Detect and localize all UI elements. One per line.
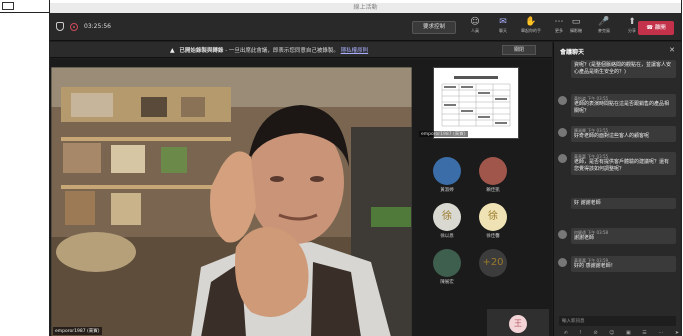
toolbar-button-raise-hand[interactable]: ✋ 舉起你的手 <box>520 17 542 34</box>
sender-avatar <box>558 96 567 105</box>
message-bubble: 陳淑卿 下午 03:55 好奇老師的面對這些客人的顧客呢 <box>571 126 676 142</box>
toolbar-button-mic[interactable]: 🎤 麥克風 <box>593 17 615 34</box>
chat-message: 陳淑卿 下午 03:55 好奇老師的面對這些客人的顧客呢 <box>558 126 676 142</box>
participant-name: 徐佳馨 <box>486 234 500 239</box>
chat-input[interactable]: 輸入新訊息 <box>559 316 676 326</box>
leave-label: 離開 <box>654 25 666 31</box>
frame-divider <box>0 12 50 13</box>
message-bubble: 資呢？(是整個脈絡間的觀點在，並讓客人安心產品是衛生安全的？) <box>571 60 676 78</box>
request-control-button[interactable]: 要求控制 <box>412 21 456 34</box>
chat-format-toolbar[interactable]: ✍ ! ⊘ ☺ ▣ ☰ ⋯ ➤ <box>564 330 681 336</box>
toolbar-button-people[interactable]: ☺ 人員 <box>464 17 486 34</box>
participant-name: 徐以恩 <box>440 234 454 239</box>
record-icon <box>70 22 78 31</box>
participant-avatar <box>433 157 461 185</box>
dismiss-banner-button[interactable]: 關閉 <box>502 45 536 55</box>
message-text: 資呢？(是整個脈絡間的觀點在，並讓客人安心產品是衛生安全的？) <box>574 62 671 75</box>
close-chat-icon[interactable]: ✕ <box>669 46 675 54</box>
leave-button[interactable]: ☎ 離開 <box>638 21 674 35</box>
meeting-window: 線上活動 03:25:56 要求控制 ☺ 人員 ✉ 聊天 ✋ 舉起你的手 ⋯ 更多 ▭ 攝影機 🎤… <box>50 3 681 336</box>
video-stage: emporor1987 (來賓) emporor1987 (來賓) 黃淑婷 賴佳… <box>50 59 552 336</box>
shared-screen-thumbnail[interactable] <box>433 67 519 139</box>
message-bubble: 何健遠 下午 03:58 謝謝老師 <box>571 228 676 244</box>
toolbar-label: 人員 <box>471 28 479 33</box>
chat-message: 黃怡姿 下午 03:55 老師的表演時間點在這是否跟銷售的產品相關呢？ <box>558 94 676 117</box>
toolbar-button-camera[interactable]: ▭ 攝影機 <box>565 17 587 34</box>
message-text: 好的 感謝謝老師！ <box>574 263 616 269</box>
message-bubble: 黃意嘉 下午 03:59 好的 感謝謝老師！ <box>571 256 676 272</box>
chat-message: 好 謝謝老師 <box>558 198 676 209</box>
shield-icon[interactable] <box>56 22 64 31</box>
participant-tile[interactable]: 徐徐以恩 <box>433 203 461 239</box>
self-avatar: 王 <box>509 315 527 333</box>
chat-message: 資呢？(是整個脈絡間的觀點在，並讓客人安心產品是衛生安全的？) <box>558 60 676 78</box>
message-text: 好 謝謝老師 <box>574 200 601 206</box>
sender-avatar <box>558 230 567 239</box>
banner-title: 已開始錄製與轉錄 <box>179 48 224 54</box>
toolbar-label: 舉起你的手 <box>521 28 541 33</box>
participant-tile[interactable]: 黃淑婷 <box>433 157 461 193</box>
chat-message: 黃意嘉 下午 03:55 老師，是否有提供客戶體驗的建議呢？還有您覺得該如何調整呢… <box>558 152 676 175</box>
meeting-toolbar: 03:25:56 要求控制 ☺ 人員 ✉ 聊天 ✋ 舉起你的手 ⋯ 更多 ▭ 攝影機 🎤 麥克風 ⬆ 分… <box>50 13 681 41</box>
meeting-timer: 03:25:56 <box>84 23 111 30</box>
message-text: 謝謝老師 <box>574 235 595 241</box>
message-text: 老師，是否有提供客戶體驗的建議呢？還有您覺得該如何調整呢？ <box>574 159 670 172</box>
participant-avatar: 徐 <box>433 203 461 231</box>
participant-avatar: 徐 <box>479 203 507 231</box>
self-video-tile[interactable]: 王 <box>487 309 549 336</box>
chat-message-list[interactable]: 資呢？(是整個脈絡間的觀點在，並讓客人安心產品是衛生安全的？) 黃怡姿 下午 03… <box>554 60 681 304</box>
privacy-link[interactable]: 隱私權原則 <box>341 48 369 54</box>
toolbar-label: 麥克風 <box>598 28 610 33</box>
raise-hand-icon: ✋ <box>525 17 537 27</box>
chat-panel: 會議聊天 ✕ 資呢？(是整個脈絡間的觀點在，並讓客人安心產品是衛生安全的？) 黃怡… <box>553 42 681 336</box>
screen-share-label: emporor1987 (來賓) <box>419 131 468 137</box>
participant-tile[interactable]: 陳展宏 <box>433 249 461 285</box>
participant-avatar <box>433 249 461 277</box>
participant-tile[interactable]: +20 <box>479 249 507 279</box>
window-title: 線上活動 <box>50 3 681 13</box>
message-bubble: 黃怡姿 下午 03:55 老師的表演時間點在這是否跟銷售的產品相關呢？ <box>571 94 676 117</box>
frame-right-rule <box>681 0 682 336</box>
speaker-name-label: emporor1987 (來賓) <box>53 327 102 335</box>
participant-tile[interactable]: 徐徐佳馨 <box>479 203 507 239</box>
recording-banner: ▲ 已開始錄製與轉錄 - 一旦出席此會議，即表示您同意自己被錄製。 隱私權原則 … <box>50 42 552 58</box>
camera-icon: ▭ <box>571 17 581 27</box>
message-text: 老師的表演時間點在這是否跟銷售的產品相關呢？ <box>574 101 670 114</box>
mic-icon: 🎤 <box>598 17 610 27</box>
participant-avatar: +20 <box>479 249 507 277</box>
message-bubble: 好 謝謝老師 <box>571 198 676 209</box>
toolbar-button-chat[interactable]: ✉ 聊天 <box>492 17 514 34</box>
message-text: 好奇老師的面對這些客人的顧客呢 <box>574 133 650 139</box>
speaker-video[interactable]: emporor1987 (來賓) <box>51 67 412 336</box>
people-icon: ☺ <box>470 17 480 27</box>
document-frame: 線上活動 03:25:56 要求控制 ☺ 人員 ✉ 聊天 ✋ 舉起你的手 ⋯ 更多 ▭ 攝影機 🎤… <box>0 0 683 336</box>
chat-message: 何健遠 下午 03:58 謝謝老師 <box>558 228 676 244</box>
message-bubble: 黃意嘉 下午 03:55 老師，是否有提供客戶體驗的建議呢？還有您覺得該如何調整呢… <box>571 152 676 175</box>
participant-name: 賴佳凱 <box>486 188 500 193</box>
speaker-video-image <box>51 67 412 336</box>
sender-avatar <box>558 258 567 267</box>
chat-title: 會議聊天 <box>560 49 585 56</box>
toolbar-label: 攝影機 <box>570 28 582 33</box>
sender-avatar <box>558 154 567 163</box>
shared-document-image <box>434 68 518 138</box>
sender-avatar <box>558 128 567 137</box>
toolbar-label: 聊天 <box>499 28 507 33</box>
chat-icon: ✉ <box>499 17 507 27</box>
participant-name: 黃淑婷 <box>440 188 454 193</box>
participant-tile[interactable]: 賴佳凱 <box>479 157 507 193</box>
participant-name: 陳展宏 <box>440 280 454 285</box>
participant-avatar <box>479 157 507 185</box>
banner-subtext: - 一旦出席此會議，即表示您同意自己被錄製。 <box>225 48 339 54</box>
chat-message: 黃意嘉 下午 03:59 好的 感謝謝老師！ <box>558 256 676 272</box>
frame-corner-box <box>2 2 14 10</box>
warning-icon: ▲ <box>170 47 175 54</box>
